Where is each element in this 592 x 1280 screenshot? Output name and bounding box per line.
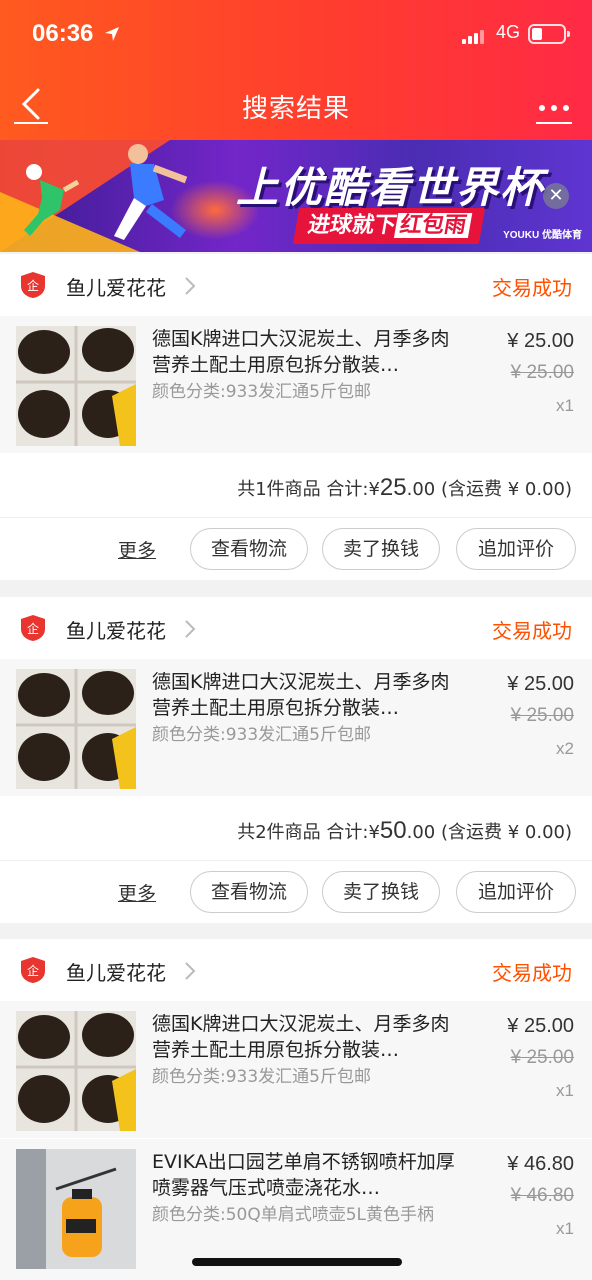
svg-text:企: 企 bbox=[27, 278, 39, 293]
item-original-price: ¥ 25.00 bbox=[510, 362, 574, 383]
resell-button[interactable]: 卖了换钱 bbox=[322, 871, 440, 913]
order-status: 交易成功 bbox=[492, 619, 572, 643]
product-image-soil bbox=[16, 1011, 136, 1131]
shop-name: 鱼儿爱花花 bbox=[66, 961, 166, 985]
resell-button[interactable]: 卖了换钱 bbox=[322, 528, 440, 570]
item-sku: 颜色分类:50Q单肩式喷壶5L黄色手柄 bbox=[152, 1205, 435, 1225]
order-actions: 更多 查看物流 卖了换钱 追加评价 bbox=[0, 861, 592, 923]
view-logistics-button[interactable]: 查看物流 bbox=[190, 871, 308, 913]
status-time: 06:36 bbox=[32, 20, 94, 47]
banner-brand: YOUKU 优酷体育 bbox=[503, 230, 582, 241]
item-sku: 颜色分类:933发汇通5斤包邮 bbox=[152, 725, 371, 745]
item-price: ¥ 25.00 bbox=[507, 330, 574, 352]
shop-badge-icon: 企 bbox=[21, 957, 45, 983]
shop-row[interactable]: 企 鱼儿爱花花 交易成功 bbox=[0, 939, 592, 1001]
banner-subline: 进球就下红包雨 bbox=[292, 208, 486, 244]
item-quantity: x1 bbox=[556, 1081, 574, 1100]
order-item[interactable]: 德国K牌进口大汉泥炭土、月季多肉营养土配土用原包拆分散装… 颜色分类:933发汇… bbox=[0, 1001, 592, 1139]
item-quantity: x1 bbox=[556, 1219, 574, 1238]
shop-name: 鱼儿爱花花 bbox=[66, 276, 166, 300]
more-link[interactable]: 更多 bbox=[118, 879, 156, 906]
banner-headline: 上优酷看世界杯 bbox=[236, 163, 545, 212]
item-price: ¥ 25.00 bbox=[507, 673, 574, 695]
item-title: 德国K牌进口大汉泥炭土、月季多肉营养土配土用原包拆分散装… bbox=[152, 671, 450, 719]
item-title: EVIKA出口园艺单肩不锈钢喷杆加厚喷雾器气压式喷壶浇花水… bbox=[152, 1151, 455, 1199]
item-price: ¥ 25.00 bbox=[507, 1015, 574, 1037]
home-indicator[interactable] bbox=[192, 1258, 402, 1266]
order-status: 交易成功 bbox=[492, 961, 572, 985]
item-title: 德国K牌进口大汉泥炭土、月季多肉营养土配土用原包拆分散装… bbox=[152, 328, 450, 376]
signal-icon bbox=[462, 28, 484, 44]
battery-icon bbox=[528, 24, 570, 44]
shop-badge-icon: 企 bbox=[21, 272, 45, 298]
order-card: 企 鱼儿爱花花 交易成功 德国K牌进口大汉泥炭土、月季多肉营养土配土用原包拆分散… bbox=[0, 597, 592, 923]
chevron-right-icon bbox=[185, 962, 196, 980]
order-summary: 共1件商品 合计:¥25.00 (含运费 ¥ 0.00) bbox=[0, 454, 592, 518]
item-title: 德国K牌进口大汉泥炭土、月季多肉营养土配土用原包拆分散装… bbox=[152, 1013, 450, 1061]
add-review-button[interactable]: 追加评价 bbox=[456, 528, 576, 570]
view-logistics-button[interactable]: 查看物流 bbox=[190, 528, 308, 570]
order-actions: 更多 查看物流 卖了换钱 追加评价 bbox=[0, 518, 592, 580]
shop-badge-icon: 企 bbox=[21, 615, 45, 641]
chevron-right-icon bbox=[185, 620, 196, 638]
svg-text:企: 企 bbox=[27, 963, 39, 978]
shop-row[interactable]: 企 鱼儿爱花花 交易成功 bbox=[0, 254, 592, 316]
item-sku: 颜色分类:933发汇通5斤包邮 bbox=[152, 1067, 371, 1087]
more-dots-icon[interactable] bbox=[536, 88, 572, 124]
location-arrow-icon bbox=[105, 27, 119, 41]
item-quantity: x1 bbox=[556, 396, 574, 415]
order-item[interactable]: 德国K牌进口大汉泥炭土、月季多肉营养土配土用原包拆分散装… 颜色分类:933发汇… bbox=[0, 659, 592, 797]
status-bar: 06:36 4G bbox=[0, 18, 592, 54]
nav-bar: 搜索结果 bbox=[0, 82, 592, 128]
product-image-soil bbox=[16, 326, 136, 446]
item-original-price: ¥ 46.80 bbox=[510, 1185, 574, 1206]
item-price: ¥ 46.80 bbox=[507, 1153, 574, 1175]
shop-row[interactable]: 企 鱼儿爱花花 交易成功 bbox=[0, 597, 592, 659]
more-link[interactable]: 更多 bbox=[118, 536, 156, 563]
page-title: 搜索结果 bbox=[241, 94, 350, 124]
shop-name: 鱼儿爱花花 bbox=[66, 619, 166, 643]
goalkeeper-illustration-icon bbox=[24, 164, 80, 236]
footballer-illustration-icon bbox=[114, 144, 188, 240]
item-original-price: ¥ 25.00 bbox=[510, 1047, 574, 1068]
item-sku: 颜色分类:933发汇通5斤包邮 bbox=[152, 382, 371, 402]
add-review-button[interactable]: 追加评价 bbox=[456, 871, 576, 913]
banner-close-icon[interactable]: ✕ bbox=[543, 183, 569, 209]
order-status: 交易成功 bbox=[492, 276, 572, 300]
app-header: 06:36 4G 搜索结果 bbox=[0, 0, 592, 140]
chevron-right-icon bbox=[185, 277, 196, 295]
promo-banner[interactable]: 上优酷看世界杯 进球就下红包雨 YOUKU 优酷体育 bbox=[0, 140, 592, 252]
order-card: 企 鱼儿爱花花 交易成功 德国K牌进口大汉泥炭土、月季多肉营养土配土用原包拆分散… bbox=[0, 939, 592, 1280]
item-original-price: ¥ 25.00 bbox=[510, 705, 574, 726]
product-image-sprayer bbox=[16, 1149, 136, 1269]
network-type: 4G bbox=[496, 22, 521, 42]
order-summary: 共2件商品 合计:¥50.00 (含运费 ¥ 0.00) bbox=[0, 797, 592, 861]
svg-text:企: 企 bbox=[27, 621, 39, 636]
order-card: 企 鱼儿爱花花 交易成功 德国K牌进口大汉泥炭土、月季多肉营养土配土用原包拆分散… bbox=[0, 254, 592, 580]
order-item[interactable]: 德国K牌进口大汉泥炭土、月季多肉营养土配土用原包拆分散装… 颜色分类:933发汇… bbox=[0, 316, 592, 454]
product-image-soil bbox=[16, 669, 136, 789]
item-quantity: x2 bbox=[556, 739, 574, 758]
